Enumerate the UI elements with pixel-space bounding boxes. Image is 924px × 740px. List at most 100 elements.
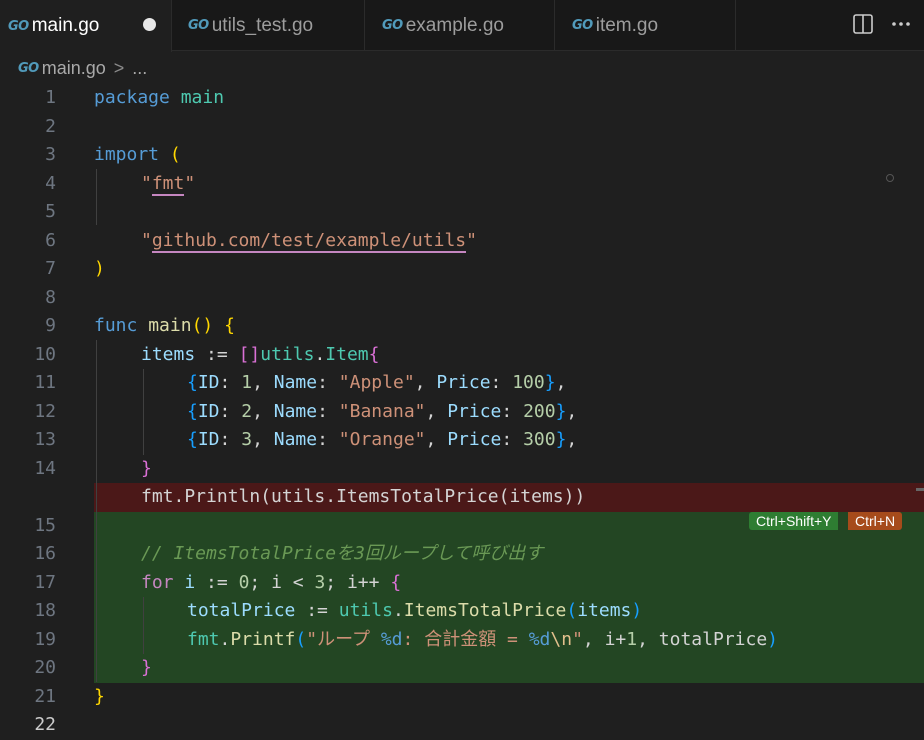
line-number: 18 — [34, 600, 56, 621]
bracket: } — [94, 685, 105, 707]
package-ref: fmt — [187, 628, 220, 650]
line-number: 10 — [34, 343, 56, 365]
bracket: } — [141, 657, 152, 678]
more-actions-icon[interactable] — [889, 12, 913, 36]
code-line: 13 {ID: 3, Name: "Orange", Price: 300}, — [0, 426, 924, 455]
bracket: ( — [169, 144, 181, 165]
tab-example-go[interactable]: GO example.go — [365, 0, 555, 51]
import-path[interactable]: fmt — [151, 172, 185, 196]
code-line: 18 totalPrice := utils.ItemsTotalPrice(i… — [0, 597, 924, 626]
line-number: 9 — [45, 315, 56, 336]
number: 0 — [238, 571, 250, 593]
bracket: { — [187, 372, 198, 393]
tab-item-go[interactable]: GO item.go — [555, 0, 736, 51]
code-line: 21 } — [0, 683, 924, 712]
line-number: 12 — [34, 400, 56, 422]
bracket: } — [555, 400, 567, 422]
tab-bar: GO main.go GO utils_test.go GO example.g… — [0, 0, 924, 52]
reject-change-button[interactable]: Ctrl+N — [848, 512, 903, 530]
number: 3 — [241, 429, 253, 450]
breadcrumb-file[interactable]: main.go — [42, 58, 106, 79]
bracket: } — [141, 457, 152, 479]
string: : 合計金額 = — [402, 628, 529, 650]
line-number: 20 — [34, 657, 56, 678]
tab-main-go[interactable]: GO main.go — [0, 0, 172, 52]
bracket: ) — [631, 600, 643, 621]
loop-condition: ; i < — [249, 571, 315, 593]
diff-removed-line: fmt.Println(utils.ItemsTotalPrice(items)… — [0, 483, 924, 512]
code-line: 7 ) — [0, 255, 924, 284]
code-editor[interactable]: 1 package main 2 3 import ( 4 "fmt" 5 6 … — [0, 84, 924, 738]
line-number: 8 — [45, 286, 56, 308]
field-key: Name — [273, 429, 318, 450]
line-number: 17 — [34, 571, 56, 593]
string-quote: " — [572, 628, 583, 650]
line-number: 6 — [45, 229, 56, 251]
go-icon: GO — [188, 18, 209, 33]
bracket: ) — [767, 628, 779, 650]
bracket: ( — [566, 600, 578, 621]
bracket: { — [187, 429, 198, 450]
code-line: 5 — [0, 198, 924, 227]
argument: , i+ — [582, 628, 627, 650]
unsaved-dot-icon[interactable] — [143, 18, 156, 31]
comment: // ItemsTotalPriceを3回ループして呼び出す — [141, 543, 544, 564]
bracket: ) — [94, 258, 105, 279]
field-key: Price — [447, 429, 502, 450]
format-verb: %d — [380, 628, 403, 650]
line-number: 2 — [45, 115, 56, 137]
code-line: 11 {ID: 1, Name: "Apple", Price: 100}, — [0, 369, 924, 398]
string: "Banana" — [338, 400, 426, 422]
keyword: func — [94, 315, 138, 336]
split-editor-icon[interactable] — [851, 12, 875, 36]
code-line: 12 {ID: 2, Name: "Banana", Price: 200}, — [0, 398, 924, 427]
tab-label: item.go — [595, 14, 659, 36]
line-number: 7 — [45, 258, 56, 279]
breadcrumb-chevron-icon: > — [113, 57, 125, 78]
accept-change-button[interactable]: Ctrl+Shift+Y — [749, 512, 839, 530]
removed-code: fmt.Println(utils.ItemsTotalPrice(items)… — [141, 486, 586, 507]
code-line: 4 "fmt" — [0, 170, 924, 199]
code-line: 2 — [0, 113, 924, 142]
tab-utils-test-go[interactable]: GO utils_test.go — [172, 0, 365, 51]
number: 200 — [523, 400, 556, 422]
field-key: ID — [197, 400, 220, 422]
function-call: ItemsTotalPrice — [403, 600, 567, 621]
bracket: () — [191, 315, 214, 336]
type-name: Item — [325, 343, 369, 365]
line-number: 19 — [34, 628, 56, 650]
string-quote: " — [141, 172, 152, 194]
keyword: package — [94, 87, 170, 108]
argument: , totalPrice — [637, 628, 768, 650]
format-verb: %d — [528, 628, 551, 650]
import-path[interactable]: github.com/test/example/utils — [151, 229, 467, 253]
line-number: 3 — [45, 144, 56, 165]
go-icon: GO — [382, 18, 403, 33]
breadcrumb-symbol[interactable]: ... — [132, 58, 147, 79]
bracket: { — [368, 343, 380, 365]
keyword: import — [94, 144, 160, 165]
tab-label: utils_test.go — [211, 14, 314, 36]
breadcrumb: GO main.go > ... — [0, 52, 924, 84]
number: 2 — [241, 400, 253, 422]
code-line: 6 "github.com/test/example/utils" — [0, 227, 924, 256]
tab-label: example.go — [405, 14, 504, 36]
bracket: [] — [238, 343, 261, 365]
line-number: 15 — [34, 514, 56, 536]
field-key: Price — [447, 400, 502, 422]
field-key: ID — [197, 429, 220, 450]
bracket: } — [555, 429, 567, 450]
bracket: { — [224, 315, 235, 336]
field-key: ID — [197, 372, 220, 393]
string: "Orange" — [338, 429, 426, 450]
number: 1 — [626, 628, 638, 650]
code-line: 14 } — [0, 455, 924, 484]
operator: := — [306, 600, 328, 621]
identifier: totalPrice — [187, 600, 296, 621]
dot: . — [314, 343, 326, 365]
string-quote: " — [466, 229, 477, 251]
line-number: 11 — [34, 372, 56, 393]
escape-sequence: \n — [550, 628, 573, 650]
bracket: ( — [295, 628, 307, 650]
code-line: 1 package main — [0, 84, 924, 113]
